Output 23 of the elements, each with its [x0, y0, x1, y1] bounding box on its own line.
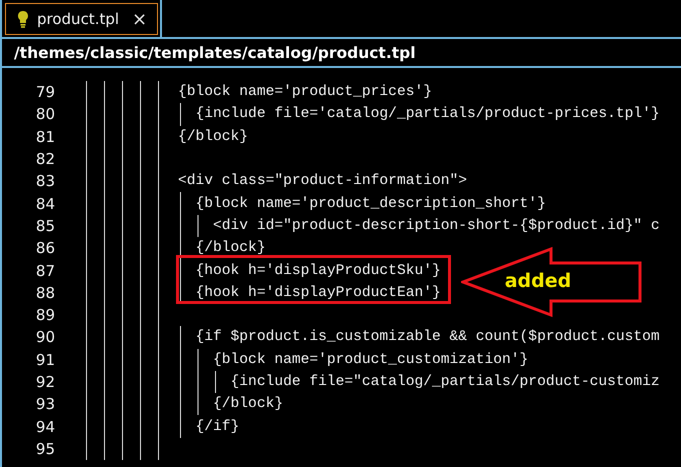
line-number: 80 [34, 105, 55, 124]
line-number: 92 [34, 373, 55, 391]
line-number: 89 [34, 306, 55, 324]
close-icon[interactable]: × [132, 8, 148, 30]
file-tab[interactable]: product.tpl × [5, 3, 158, 35]
line-number: 82 [34, 150, 55, 168]
line-number: 85 [34, 216, 55, 235]
line-number: 94 [34, 418, 55, 436]
line-number: 81 [34, 128, 55, 146]
callout-label: added [504, 270, 572, 292]
line-number: 93 [34, 395, 55, 414]
file-path: /themes/classic/templates/catalog/product.tpl [14, 44, 416, 62]
arrow-icon [460, 246, 643, 318]
line-number: 95 [34, 440, 55, 458]
line-number: 79 [34, 83, 55, 102]
line-number: 91 [34, 350, 55, 369]
line-number: 88 [34, 284, 55, 302]
lightbulb-icon [18, 10, 28, 28]
line-number: 86 [34, 239, 55, 258]
line-number: 84 [34, 194, 55, 213]
line-number: 87 [34, 262, 55, 280]
line-number: 83 [34, 172, 55, 190]
line-number: 90 [34, 328, 55, 346]
